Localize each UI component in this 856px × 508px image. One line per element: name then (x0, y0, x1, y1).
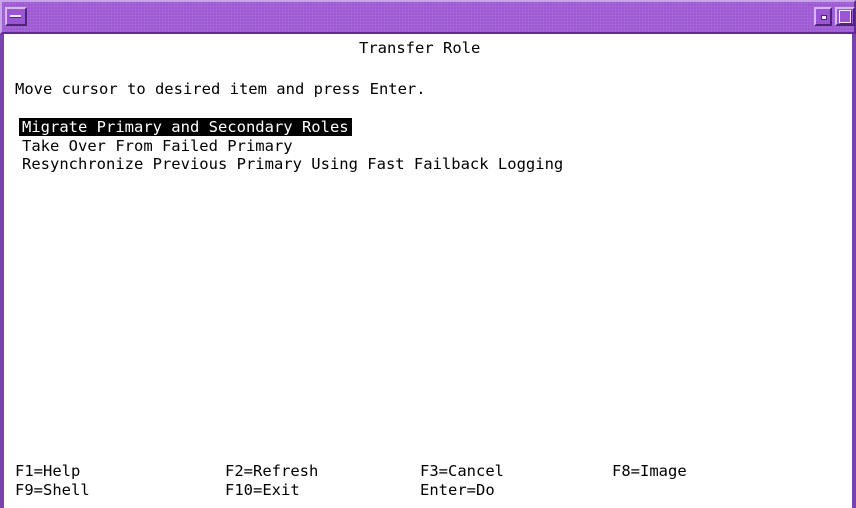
fkey-cancel[interactable]: F3=Cancel (420, 462, 504, 480)
fkey-help[interactable]: F1=Help (15, 462, 80, 480)
window-menu-button[interactable] (5, 7, 27, 26)
window-frame-left (0, 34, 4, 508)
menu-item-migrate[interactable]: Migrate Primary and Secondary Roles (19, 118, 352, 136)
maximize-icon (839, 10, 851, 23)
smit-window: Transfer Role Move cursor to desired ite… (0, 0, 856, 508)
fkey-exit[interactable]: F10=Exit (225, 481, 300, 499)
instruction-text: Move cursor to desired item and press En… (15, 80, 426, 98)
menu-item-label: Migrate Primary and Secondary Roles (19, 118, 352, 136)
title-bar[interactable] (0, 0, 856, 34)
fkey-do[interactable]: Enter=Do (420, 481, 495, 499)
fkey-shell[interactable]: F9=Shell (15, 481, 90, 499)
window-frame-right (852, 34, 856, 508)
menu-item-take-over[interactable]: Take Over From Failed Primary (22, 137, 293, 155)
maximize-button[interactable] (835, 7, 855, 26)
window-menu-icon (10, 15, 21, 18)
minimize-button[interactable] (814, 7, 832, 26)
minimize-icon (821, 15, 827, 20)
menu-item-resynchronize[interactable]: Resynchronize Previous Primary Using Fas… (22, 155, 563, 173)
fkey-image[interactable]: F8=Image (612, 462, 687, 480)
fkey-refresh[interactable]: F2=Refresh (225, 462, 318, 480)
page-title: Transfer Role (359, 39, 481, 57)
